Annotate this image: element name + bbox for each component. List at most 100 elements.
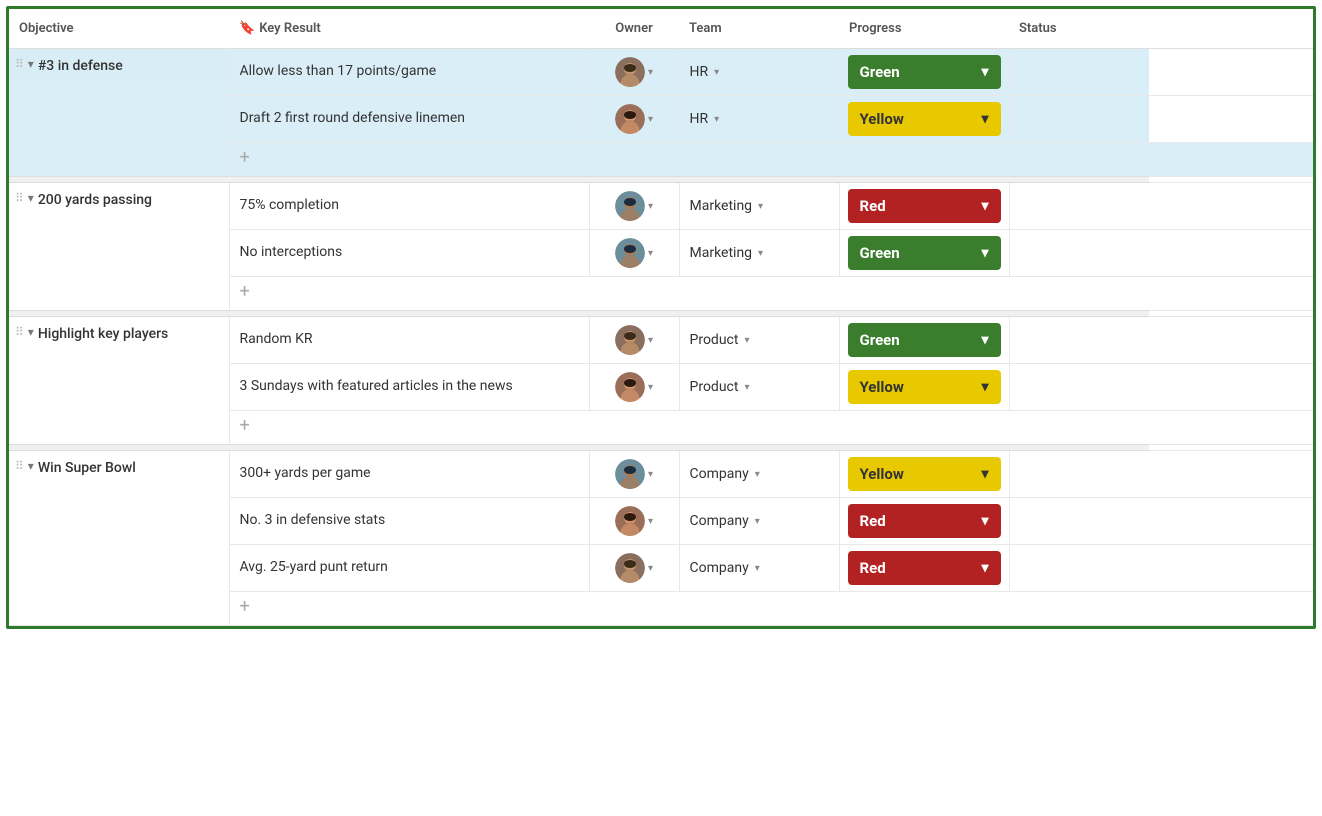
status-cell xyxy=(1009,364,1149,411)
table-row: ⠿ ▾ Highlight key players Random KR ▾ Pr… xyxy=(9,317,1313,364)
progress-badge[interactable]: Yellow ▾ xyxy=(848,102,1001,136)
progress-cell[interactable]: Yellow ▾ xyxy=(839,96,1009,143)
progress-badge[interactable]: Red ▾ xyxy=(848,189,1001,223)
add-kr-icon[interactable]: + xyxy=(240,147,250,168)
add-kr-cell[interactable]: + xyxy=(229,143,1149,177)
avatar[interactable] xyxy=(615,57,645,87)
owner-cell[interactable]: ▾ xyxy=(589,230,679,277)
add-kr-icon[interactable]: + xyxy=(240,596,250,617)
team-cell[interactable]: Company ▾ xyxy=(679,498,839,545)
team-cell[interactable]: HR ▾ xyxy=(679,96,839,143)
progress-badge[interactable]: Green ▾ xyxy=(848,55,1001,89)
key-result-cell: No. 3 in defensive stats xyxy=(229,498,589,545)
team-cell[interactable]: Product ▾ xyxy=(679,364,839,411)
team-cell[interactable]: Marketing ▾ xyxy=(679,183,839,230)
progress-dropdown-arrow[interactable]: ▾ xyxy=(981,332,988,348)
progress-cell[interactable]: Red ▾ xyxy=(839,545,1009,592)
progress-dropdown-arrow[interactable]: ▾ xyxy=(981,513,988,529)
owner-cell[interactable]: ▾ xyxy=(589,183,679,230)
progress-cell[interactable]: Green ▾ xyxy=(839,49,1009,96)
team-dropdown-arrow[interactable]: ▾ xyxy=(744,335,749,346)
drag-icon: ⠿ xyxy=(15,459,24,473)
owner-cell[interactable]: ▾ xyxy=(589,545,679,592)
owner-dropdown-arrow[interactable]: ▾ xyxy=(648,469,653,480)
team-cell[interactable]: Company ▾ xyxy=(679,545,839,592)
header-team: Team xyxy=(679,9,839,49)
team-dropdown-arrow[interactable]: ▾ xyxy=(758,248,763,259)
owner-cell[interactable]: ▾ xyxy=(589,317,679,364)
owner-dropdown-arrow[interactable]: ▾ xyxy=(648,248,653,259)
team-dropdown-arrow[interactable]: ▾ xyxy=(714,67,719,78)
add-kr-cell[interactable]: + xyxy=(229,277,1149,311)
progress-badge[interactable]: Green ▾ xyxy=(848,323,1001,357)
table-row: ⠿ ▾ #3 in defense Allow less than 17 poi… xyxy=(9,49,1313,96)
progress-cell[interactable]: Yellow ▾ xyxy=(839,364,1009,411)
progress-label: Yellow xyxy=(860,465,904,483)
avatar[interactable] xyxy=(615,104,645,134)
owner-dropdown-arrow[interactable]: ▾ xyxy=(648,67,653,78)
avatar[interactable] xyxy=(615,325,645,355)
app-container: Objective 🔖Key Result Owner Team Progres… xyxy=(6,6,1316,629)
team-cell[interactable]: Marketing ▾ xyxy=(679,230,839,277)
collapse-icon[interactable]: ▾ xyxy=(28,191,34,205)
owner-dropdown-arrow[interactable]: ▾ xyxy=(648,516,653,527)
team-dropdown-arrow[interactable]: ▾ xyxy=(714,114,719,125)
key-result-cell: 3 Sundays with featured articles in the … xyxy=(229,364,589,411)
owner-dropdown-arrow[interactable]: ▾ xyxy=(648,335,653,346)
avatar[interactable] xyxy=(615,238,645,268)
team-dropdown-arrow[interactable]: ▾ xyxy=(755,516,760,527)
progress-dropdown-arrow[interactable]: ▾ xyxy=(981,111,988,127)
progress-dropdown-arrow[interactable]: ▾ xyxy=(981,466,988,482)
avatar[interactable] xyxy=(615,506,645,536)
progress-label: Yellow xyxy=(860,110,904,128)
progress-badge[interactable]: Red ▾ xyxy=(848,551,1001,585)
progress-dropdown-arrow[interactable]: ▾ xyxy=(981,64,988,80)
owner-cell[interactable]: ▾ xyxy=(589,498,679,545)
progress-cell[interactable]: Yellow ▾ xyxy=(839,451,1009,498)
collapse-icon[interactable]: ▾ xyxy=(28,459,34,473)
avatar[interactable] xyxy=(615,553,645,583)
key-result-cell: Avg. 25-yard punt return xyxy=(229,545,589,592)
add-kr-icon[interactable]: + xyxy=(240,415,250,436)
progress-dropdown-arrow[interactable]: ▾ xyxy=(981,198,988,214)
owner-cell[interactable]: ▾ xyxy=(589,96,679,143)
owner-cell[interactable]: ▾ xyxy=(589,364,679,411)
progress-cell[interactable]: Green ▾ xyxy=(839,230,1009,277)
owner-cell[interactable]: ▾ xyxy=(589,49,679,96)
add-kr-cell[interactable]: + xyxy=(229,592,1149,626)
team-dropdown-arrow[interactable]: ▾ xyxy=(744,382,749,393)
team-dropdown-arrow[interactable]: ▾ xyxy=(755,563,760,574)
add-kr-icon[interactable]: + xyxy=(240,281,250,302)
avatar[interactable] xyxy=(615,372,645,402)
avatar[interactable] xyxy=(615,191,645,221)
progress-cell[interactable]: Green ▾ xyxy=(839,317,1009,364)
progress-dropdown-arrow[interactable]: ▾ xyxy=(981,560,988,576)
header-key-result: 🔖Key Result xyxy=(229,9,589,49)
progress-badge[interactable]: Yellow ▾ xyxy=(848,370,1001,404)
team-name: Product xyxy=(690,379,739,395)
add-kr-cell[interactable]: + xyxy=(229,411,1149,445)
team-cell[interactable]: Product ▾ xyxy=(679,317,839,364)
collapse-icon[interactable]: ▾ xyxy=(28,57,34,71)
progress-badge[interactable]: Red ▾ xyxy=(848,504,1001,538)
owner-dropdown-arrow[interactable]: ▾ xyxy=(648,201,653,212)
progress-dropdown-arrow[interactable]: ▾ xyxy=(981,245,988,261)
team-cell[interactable]: HR ▾ xyxy=(679,49,839,96)
owner-dropdown-arrow[interactable]: ▾ xyxy=(648,114,653,125)
owner-dropdown-arrow[interactable]: ▾ xyxy=(648,563,653,574)
progress-badge[interactable]: Yellow ▾ xyxy=(848,457,1001,491)
progress-cell[interactable]: Red ▾ xyxy=(839,183,1009,230)
owner-dropdown-arrow[interactable]: ▾ xyxy=(648,382,653,393)
progress-dropdown-arrow[interactable]: ▾ xyxy=(981,379,988,395)
collapse-icon[interactable]: ▾ xyxy=(28,325,34,339)
avatar[interactable] xyxy=(615,459,645,489)
status-cell xyxy=(1009,317,1149,364)
team-dropdown-arrow[interactable]: ▾ xyxy=(758,201,763,212)
team-cell[interactable]: Company ▾ xyxy=(679,451,839,498)
team-dropdown-arrow[interactable]: ▾ xyxy=(755,469,760,480)
progress-cell[interactable]: Red ▾ xyxy=(839,498,1009,545)
progress-badge[interactable]: Green ▾ xyxy=(848,236,1001,270)
progress-label: Red xyxy=(860,512,886,530)
owner-cell[interactable]: ▾ xyxy=(589,451,679,498)
status-cell xyxy=(1009,96,1149,143)
